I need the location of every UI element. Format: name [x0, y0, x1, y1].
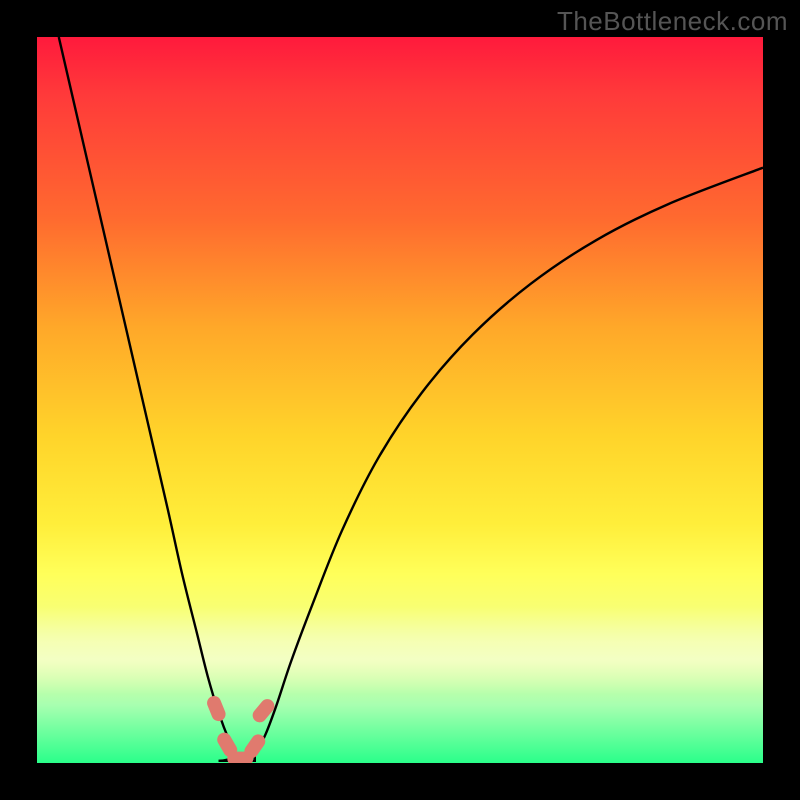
plot-background: [37, 37, 763, 763]
pale-yellow-band: [37, 607, 763, 694]
chart-container: TheBottleneck.com: [0, 0, 800, 800]
watermark-text: TheBottleneck.com: [557, 6, 788, 37]
